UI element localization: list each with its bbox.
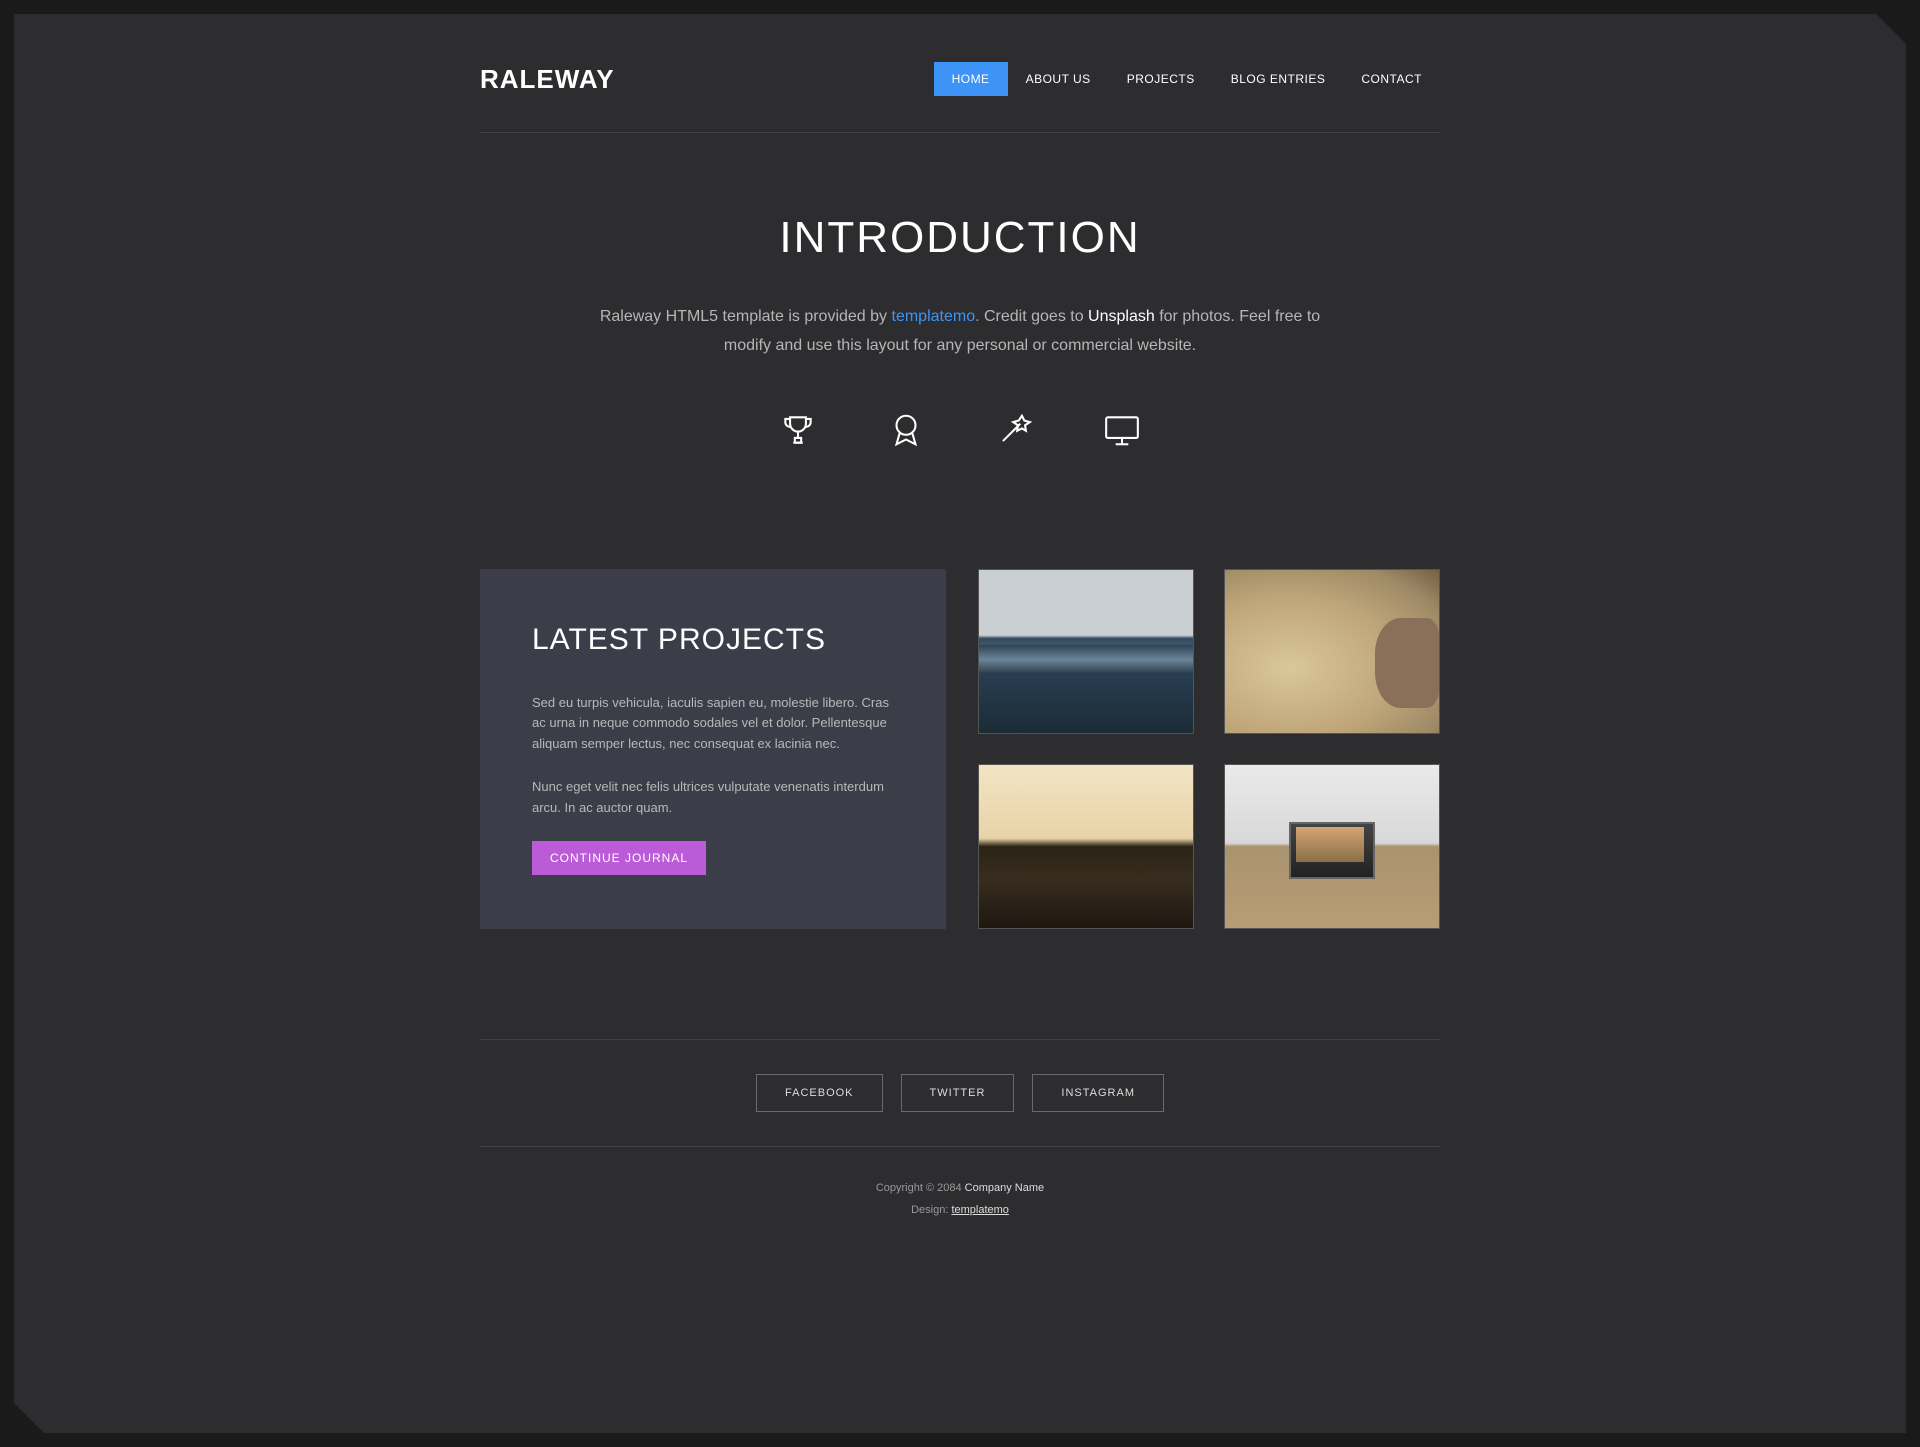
wand-icon <box>995 411 1033 449</box>
copy-text: Copyright © 2084 <box>876 1182 965 1194</box>
continue-journal-button[interactable]: CONTINUE JOURNAL <box>532 841 706 875</box>
logo[interactable]: RALEWAY <box>480 64 615 95</box>
twitter-link[interactable]: TWITTER <box>901 1074 1015 1112</box>
copyright: Copyright © 2084 Company Name <box>480 1177 1440 1199</box>
project-thumb-2[interactable] <box>1224 569 1440 734</box>
intro-title: INTRODUCTION <box>480 213 1440 263</box>
design-credit: Design: templatemo <box>480 1199 1440 1221</box>
design-label: Design: <box>911 1204 951 1216</box>
unsplash-link[interactable]: Unsplash <box>1088 308 1155 325</box>
projects-title: LATEST PROJECTS <box>532 623 894 657</box>
intro-lead-a: Raleway HTML5 template is provided by <box>600 308 892 325</box>
social-links: FACEBOOK TWITTER INSTAGRAM <box>480 1074 1440 1112</box>
intro-section: INTRODUCTION Raleway HTML5 template is p… <box>480 133 1440 569</box>
project-thumb-4[interactable] <box>1224 764 1440 929</box>
project-thumb-3[interactable] <box>978 764 1194 929</box>
icon-row <box>480 411 1440 449</box>
site-footer: FACEBOOK TWITTER INSTAGRAM Copyright © 2… <box>480 1039 1440 1221</box>
facebook-link[interactable]: FACEBOOK <box>756 1074 883 1112</box>
footer-bottom: Copyright © 2084 Company Name Design: te… <box>480 1146 1440 1221</box>
projects-para-1: Sed eu turpis vehicula, iaculis sapien e… <box>532 693 894 755</box>
trophy-icon <box>779 411 817 449</box>
design-link[interactable]: templatemo <box>951 1204 1008 1216</box>
nav-contact[interactable]: CONTACT <box>1343 62 1440 96</box>
company-name: Company Name <box>965 1182 1044 1194</box>
projects-panel: LATEST PROJECTS Sed eu turpis vehicula, … <box>480 569 946 929</box>
badge-icon <box>887 411 925 449</box>
instagram-link[interactable]: INSTAGRAM <box>1032 1074 1164 1112</box>
nav-projects[interactable]: PROJECTS <box>1109 62 1213 96</box>
intro-text: Raleway HTML5 template is provided by te… <box>580 303 1340 361</box>
site-header: RALEWAY HOME ABOUT US PROJECTS BLOG ENTR… <box>480 14 1440 133</box>
nav-blog-entries[interactable]: BLOG ENTRIES <box>1213 62 1344 96</box>
monitor-icon <box>1103 411 1141 449</box>
main-nav: HOME ABOUT US PROJECTS BLOG ENTRIES CONT… <box>934 62 1440 96</box>
nav-about-us[interactable]: ABOUT US <box>1008 62 1109 96</box>
intro-lead-b: Credit goes to <box>980 308 1089 325</box>
projects-section: LATEST PROJECTS Sed eu turpis vehicula, … <box>480 569 1440 929</box>
nav-home[interactable]: HOME <box>934 62 1008 96</box>
projects-grid <box>978 569 1440 929</box>
templatemo-link[interactable]: templatemo <box>892 308 976 325</box>
projects-para-2: Nunc eget velit nec felis ultrices vulpu… <box>532 777 894 819</box>
project-thumb-1[interactable] <box>978 569 1194 734</box>
